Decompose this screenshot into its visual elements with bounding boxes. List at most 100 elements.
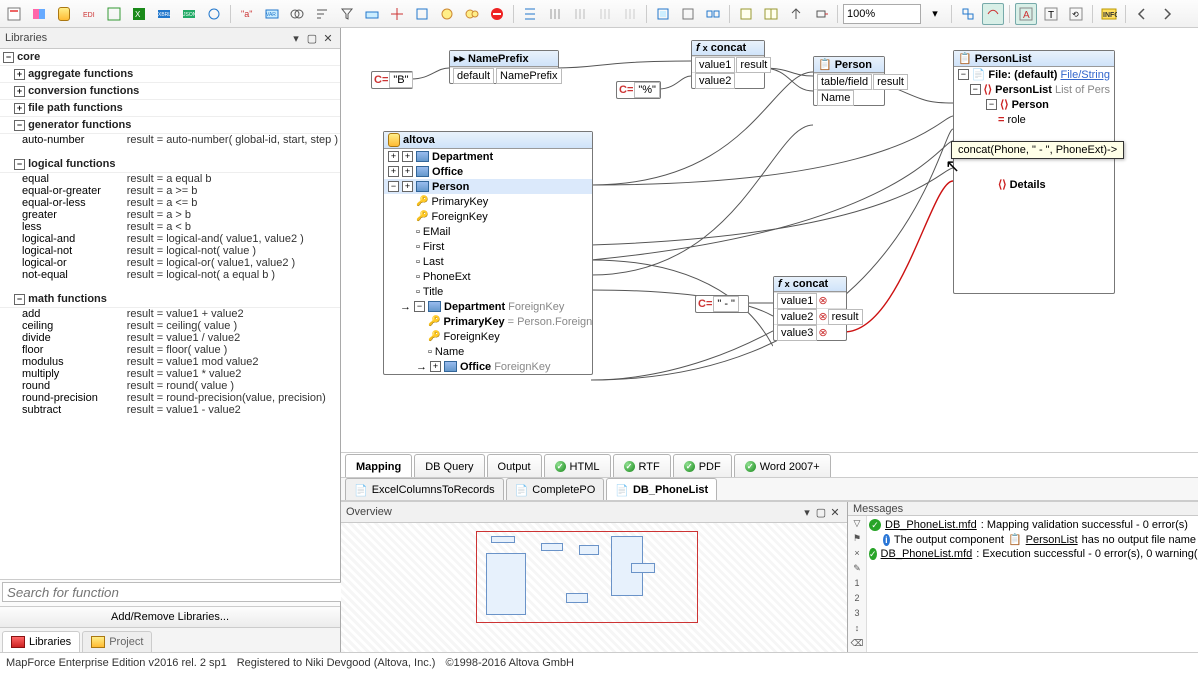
mapping-canvas[interactable]: C="B" ▸▸ NamePrefix defaultNamePrefix C=…: [341, 28, 1198, 453]
tab-dbquery[interactable]: DB Query: [414, 454, 484, 477]
book-icon: [11, 636, 25, 648]
toolbar-btn-xsd[interactable]: [28, 3, 50, 25]
info-icon: i: [883, 534, 890, 546]
ok-icon: ✓: [869, 519, 881, 531]
concat-node-2[interactable]: fx concat value1 ⊗ value2 ⊗result value3…: [773, 276, 847, 341]
svg-text:XBRL: XBRL: [158, 12, 171, 18]
panel-close-icon[interactable]: ✕: [321, 31, 335, 45]
messages-toolbar[interactable]: ▽⚑×✎123↕⌫: [848, 516, 867, 652]
main-toolbar: EDI X XBRL JSON "a" VAR ▾ A T ⟲ INFO: [0, 0, 1198, 28]
tab-mapping[interactable]: Mapping: [345, 454, 412, 477]
concat-node-1[interactable]: fx concat value1result value2: [691, 40, 765, 89]
toolbar-ann-a[interactable]: A: [1015, 3, 1037, 25]
svg-text:T: T: [1048, 10, 1054, 21]
toolbar-btn-prio2[interactable]: [810, 3, 832, 25]
svg-text:⟲: ⟲: [1072, 10, 1079, 19]
svg-text:"a": "a": [241, 9, 252, 19]
svg-text:X: X: [135, 10, 141, 19]
messages-list[interactable]: ✓ DB_PhoneList.mfd: Mapping validation s…: [867, 516, 1198, 652]
doctab-dbphonelist[interactable]: 📄 DB_PhoneList: [606, 478, 717, 500]
panel-pin-icon[interactable]: ▢: [305, 31, 319, 45]
toolbar-btn-edi[interactable]: EDI: [78, 3, 100, 25]
toolbar-btn-exc[interactable]: [486, 3, 508, 25]
toolbar-btn-join[interactable]: [286, 3, 308, 25]
doctab-excel[interactable]: 📄 ExcelColumnsToRecords: [345, 478, 504, 500]
toolbar-btn-auto4[interactable]: [619, 3, 641, 25]
toolbar-btn-var[interactable]: VAR: [261, 3, 283, 25]
toolbar-ann-r[interactable]: ⟲: [1065, 3, 1087, 25]
toolbar-back-icon[interactable]: [1131, 3, 1153, 25]
toolbar-ann-t[interactable]: T: [1040, 3, 1062, 25]
tab-html[interactable]: ✓HTML: [544, 454, 611, 477]
toolbar-btn-const[interactable]: "a": [236, 3, 258, 25]
tab-rtf[interactable]: ✓RTF: [613, 454, 671, 477]
toolbar-btn-ws[interactable]: [203, 3, 225, 25]
toolbar-btn-filter[interactable]: [336, 3, 358, 25]
panel-menu-icon[interactable]: ▾: [289, 31, 303, 45]
cursor-icon: ↖: [945, 156, 960, 177]
toolbar-btn-simple[interactable]: [436, 3, 458, 25]
tab-libraries[interactable]: Libraries: [2, 631, 80, 652]
toolbar-btn-simple2[interactable]: [461, 3, 483, 25]
db-icon: [388, 133, 400, 147]
toolbar-btn-prio[interactable]: [785, 3, 807, 25]
add-remove-libraries-button[interactable]: Add/Remove Libraries...: [0, 606, 340, 627]
toolbar-btn-auto1[interactable]: [544, 3, 566, 25]
tab-output[interactable]: Output: [487, 454, 542, 477]
overview-pin-icon[interactable]: ▢: [814, 505, 828, 519]
zoom-combo[interactable]: [843, 4, 921, 24]
toolbar-btn-xbrl[interactable]: XBRL: [153, 3, 175, 25]
toolbar-btn-sel1[interactable]: [957, 3, 979, 25]
toolbar-btn-udf2[interactable]: [760, 3, 782, 25]
constant-node-dash[interactable]: C=" - ": [695, 295, 749, 313]
toolbar-btn-ff[interactable]: [103, 3, 125, 25]
tab-pdf[interactable]: ✓PDF: [673, 454, 732, 477]
nameprefix-node[interactable]: ▸▸ NamePrefix defaultNamePrefix: [449, 50, 559, 84]
overview-menu-icon[interactable]: ▾: [800, 505, 814, 519]
toolbar-info[interactable]: INFO: [1098, 3, 1120, 25]
toolbar-btn-sort[interactable]: [311, 3, 333, 25]
doctab-completepo[interactable]: 📄 CompletePO: [506, 478, 605, 500]
libraries-tree[interactable]: − core + aggregate functions + conversio…: [0, 49, 340, 580]
svg-text:EDI: EDI: [83, 12, 95, 19]
status-bar: MapForce Enterprise Edition v2016 rel. 2…: [0, 652, 1198, 673]
toolbar-btn-align[interactable]: [519, 3, 541, 25]
toolbar-btn-udf[interactable]: [735, 3, 757, 25]
toolbar-btn-sel2[interactable]: [982, 3, 1004, 25]
toolbar-btn-1[interactable]: [3, 3, 25, 25]
toolbar-btn-sqlw[interactable]: [361, 3, 383, 25]
overview-minimap[interactable]: [341, 523, 847, 652]
svg-text:JSON: JSON: [183, 12, 196, 18]
output-tabs: Mapping DB Query Output ✓HTML ✓RTF ✓PDF …: [341, 453, 1198, 478]
messages-panel: Messages ▽⚑×✎123↕⌫ ✓ DB_PhoneList.mfd: M…: [848, 502, 1198, 652]
function-search-input[interactable]: [2, 582, 348, 602]
toolbar-btn-xls[interactable]: X: [128, 3, 150, 25]
libraries-title: Libraries: [5, 32, 47, 44]
ok-icon: ✓: [869, 548, 877, 560]
toolbar-btn-show2[interactable]: [677, 3, 699, 25]
altova-db-node[interactable]: altova ++ Department ++ Office −+ Person…: [383, 131, 593, 375]
svg-text:A: A: [1023, 10, 1030, 21]
toolbar-btn-json[interactable]: JSON: [178, 3, 200, 25]
tab-word[interactable]: ✓Word 2007+: [734, 454, 831, 477]
tab-project[interactable]: Project: [82, 631, 152, 652]
toolbar-btn-show3[interactable]: [702, 3, 724, 25]
personlist-node[interactable]: 📋 PersonList − 📄 File: (default) File/St…: [953, 50, 1115, 294]
constant-node-percent[interactable]: C="%": [616, 81, 661, 99]
svg-text:VAR: VAR: [266, 12, 276, 18]
overview-close-icon[interactable]: ✕: [828, 505, 842, 519]
constant-node-b[interactable]: C="B": [371, 71, 413, 89]
zoom-dropdown-icon[interactable]: ▾: [924, 3, 946, 25]
folder-icon: [91, 636, 105, 648]
toolbar-forward-icon[interactable]: [1156, 3, 1178, 25]
libraries-panel: Libraries ▾ ▢ ✕ − core + aggregate funct…: [0, 28, 341, 652]
svg-text:INFO: INFO: [1103, 12, 1117, 19]
toolbar-btn-valmap[interactable]: [411, 3, 433, 25]
person-node[interactable]: 📋 Person table/fieldresult Name: [813, 56, 885, 106]
toolbar-btn-auto3[interactable]: [594, 3, 616, 25]
document-tabs: 📄 ExcelColumnsToRecords 📄 CompletePO 📄 D…: [341, 478, 1198, 501]
toolbar-btn-auto2[interactable]: [569, 3, 591, 25]
toolbar-btn-db[interactable]: [53, 3, 75, 25]
toolbar-btn-show1[interactable]: [652, 3, 674, 25]
toolbar-btn-if[interactable]: [386, 3, 408, 25]
